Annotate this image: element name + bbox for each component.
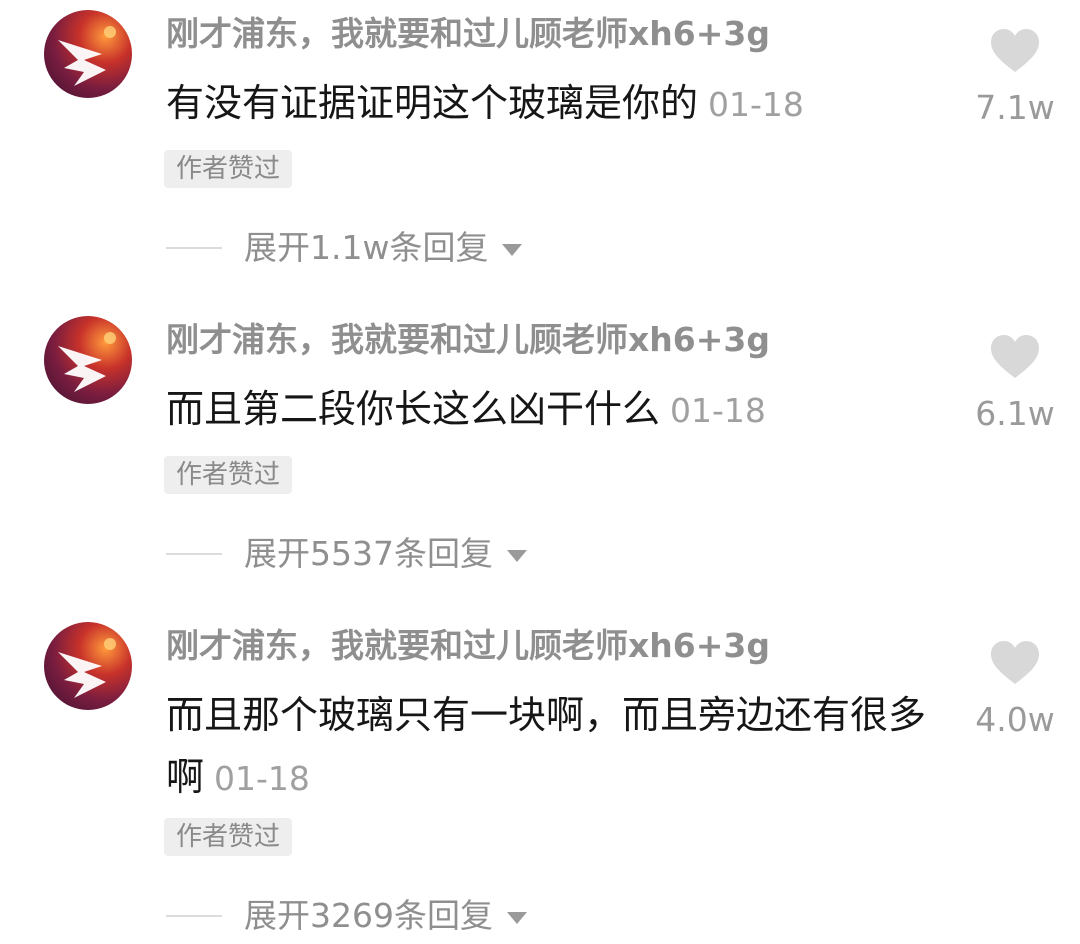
triangle-down-icon <box>506 912 527 924</box>
expand-replies-button[interactable]: 展开3269条回复 <box>166 896 527 936</box>
avatar[interactable] <box>44 316 132 404</box>
like-count: 4.0w <box>975 700 1055 739</box>
avatar[interactable] <box>44 10 132 98</box>
like-button[interactable]: 7.1w <box>970 28 1060 128</box>
divider-line <box>166 247 222 249</box>
author-liked-badge: 作者赞过 <box>164 150 293 188</box>
author-liked-badge: 作者赞过 <box>164 818 293 856</box>
heart-icon <box>991 29 1039 72</box>
expand-replies-button[interactable]: 展开5537条回复 <box>166 534 527 574</box>
author-liked-badge: 作者赞过 <box>164 456 293 494</box>
avatar[interactable] <box>44 622 132 710</box>
comment-text: 而且第二段你长这么凶干什么 <box>166 387 661 431</box>
expand-replies-button[interactable]: 展开1.1w条回复 <box>166 228 523 268</box>
heart-icon <box>991 641 1039 684</box>
like-button[interactable]: 4.0w <box>970 640 1060 740</box>
expand-replies-label: 展开5537条回复 <box>244 534 493 573</box>
divider-line <box>166 915 222 917</box>
divider-line <box>166 553 222 555</box>
like-count: 7.1w <box>975 88 1055 127</box>
expand-replies-label: 展开1.1w条回复 <box>244 228 489 267</box>
like-count: 6.1w <box>975 394 1055 433</box>
comment-content[interactable]: 有没有证据证明这个玻璃是你的 01-18 <box>166 72 946 136</box>
comment-text: 有没有证据证明这个玻璃是你的 <box>166 81 699 125</box>
expand-replies-label: 展开3269条回复 <box>244 896 493 935</box>
comment-date: 01-18 <box>708 85 804 124</box>
comment-username[interactable]: 刚才浦东，我就要和过儿顾老师xh6+3g <box>166 14 770 54</box>
comment-username[interactable]: 刚才浦东，我就要和过儿顾老师xh6+3g <box>166 320 770 360</box>
like-button[interactable]: 6.1w <box>970 334 1060 434</box>
comment-date: 01-18 <box>670 391 766 430</box>
heart-icon <box>991 335 1039 378</box>
comment-username[interactable]: 刚才浦东，我就要和过儿顾老师xh6+3g <box>166 626 770 666</box>
triangle-down-icon <box>502 244 523 256</box>
comment-content[interactable]: 而且那个玻璃只有一块啊，而且旁边还有很多啊 01-18 <box>166 684 946 810</box>
comment-date: 01-18 <box>214 759 310 798</box>
comment-content[interactable]: 而且第二段你长这么凶干什么 01-18 <box>166 378 946 442</box>
triangle-down-icon <box>506 550 527 562</box>
